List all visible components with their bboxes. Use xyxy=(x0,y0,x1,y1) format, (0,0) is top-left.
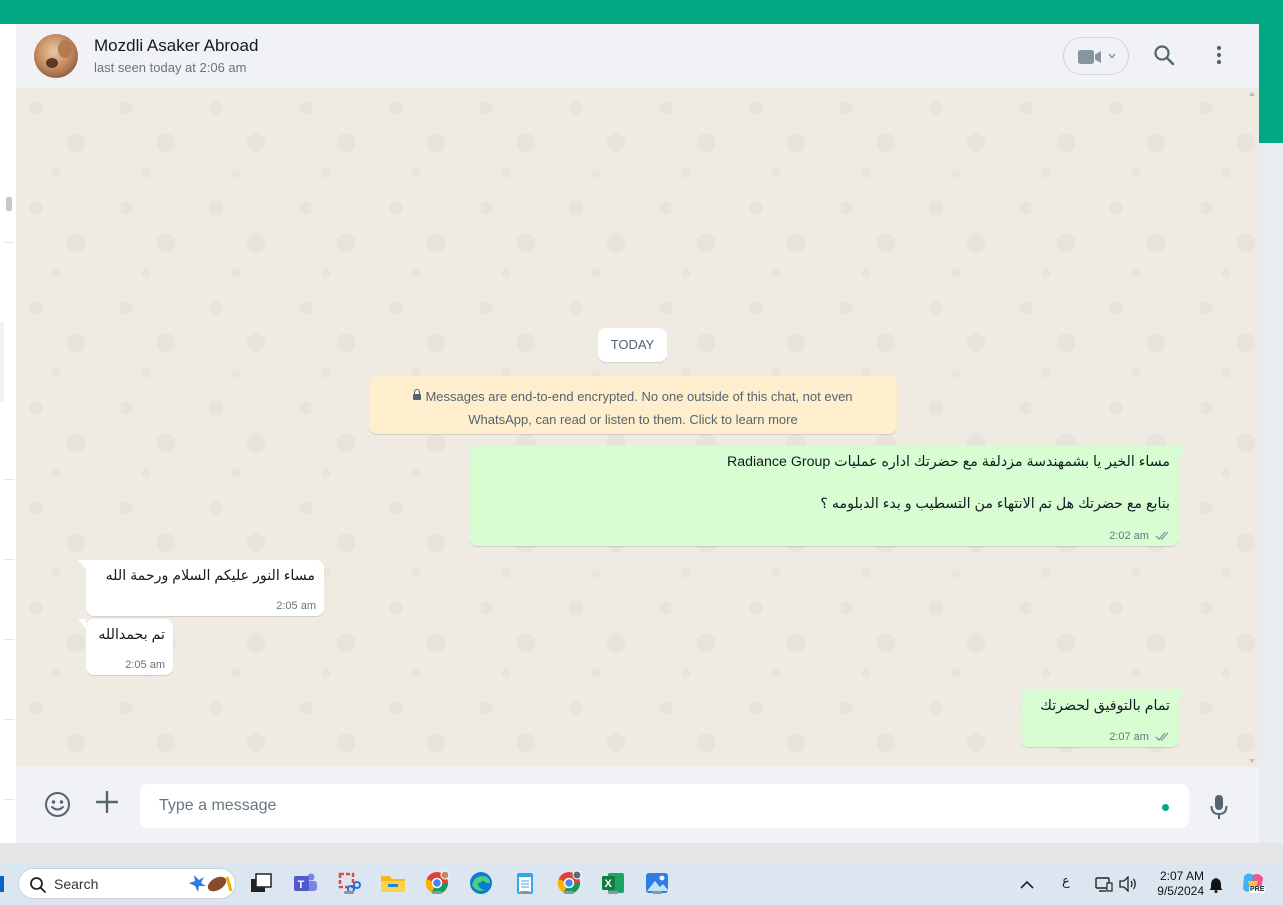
notification-bell-icon[interactable] xyxy=(1209,877,1223,893)
conversation-panel: Mozdli Asaker Abroad last seen today at … xyxy=(16,24,1259,843)
message-text: مساء النور عليكم السلام ورحمة الله xyxy=(105,568,315,584)
read-receipt-icon xyxy=(1155,531,1169,540)
message-time: 2:02 am xyxy=(1109,530,1149,542)
chat-list-divider xyxy=(4,242,14,243)
keyboard-language[interactable]: ع xyxy=(1062,873,1070,889)
app-running-indicator xyxy=(520,891,530,894)
chat-list-divider xyxy=(4,559,14,560)
excel-icon[interactable]: X xyxy=(600,870,626,896)
chat-list-divider xyxy=(4,719,14,720)
contact-last-seen: last seen today at 2:06 am xyxy=(94,60,247,75)
lock-icon xyxy=(413,389,422,400)
chat-list-edge xyxy=(0,24,17,843)
date-separator: TODAY xyxy=(598,328,667,362)
avatar-photo-detail xyxy=(46,58,58,68)
chrome-profile-2-icon[interactable] xyxy=(556,870,582,896)
message-text: تم بحمدالله xyxy=(98,627,165,643)
message-text: مساء الخير يا بشمهندسة مزدلفة مع حضرتك ا… xyxy=(726,454,1170,512)
taskbar-search-label: Search xyxy=(54,876,99,892)
message-bubble-incoming[interactable]: تم بحمدالله 2:05 am xyxy=(78,619,173,675)
encryption-notice-text: Messages are end-to-end encrypted. No on… xyxy=(425,389,853,427)
chat-list-selected-item[interactable] xyxy=(0,322,4,402)
emoji-icon[interactable] xyxy=(44,791,71,818)
edge-browser-icon[interactable] xyxy=(468,870,494,896)
message-meta: 2:02 am xyxy=(1109,530,1171,542)
app-running-indicator xyxy=(344,891,354,894)
top-accent-bar xyxy=(0,0,1283,24)
app-running-indicator xyxy=(652,891,662,894)
taskbar-clock[interactable]: 2:07 AM 9/5/2024 xyxy=(1148,869,1204,899)
copilot-icon[interactable]: PRE xyxy=(1240,870,1266,896)
chevron-up-icon[interactable] xyxy=(1020,880,1034,889)
message-bubble-incoming[interactable]: مساء النور عليكم السلام ورحمة الله 2:05 … xyxy=(78,560,324,616)
file-explorer-icon[interactable] xyxy=(380,870,406,896)
message-input[interactable] xyxy=(140,784,1189,828)
avatar-photo-detail xyxy=(58,40,72,58)
app-running-indicator xyxy=(608,891,618,894)
window-gap xyxy=(0,843,1283,862)
message-time: 2:05 am xyxy=(125,659,165,671)
attach-plus-icon[interactable] xyxy=(96,791,118,813)
video-call-button[interactable] xyxy=(1063,37,1129,75)
message-bubble-outgoing[interactable]: مساء الخير يا بشمهندسة مزدلفة مع حضرتك ا… xyxy=(469,446,1187,546)
search-icon xyxy=(30,877,46,893)
message-list-scrollbar[interactable] xyxy=(1249,92,1255,763)
app-running-indicator xyxy=(432,891,442,894)
microphone-icon[interactable] xyxy=(1209,794,1229,820)
message-time: 2:07 am xyxy=(1109,731,1149,743)
snipping-tool-icon[interactable] xyxy=(336,870,362,896)
network-icon[interactable] xyxy=(1095,876,1113,892)
chevron-down-icon xyxy=(1108,53,1116,59)
scroll-up-arrow-icon[interactable] xyxy=(1249,92,1255,96)
message-bubble-outgoing[interactable]: تمام بالتوفيق لحضرتك 2:07 am xyxy=(1021,689,1187,747)
right-edge-panel xyxy=(1259,143,1283,843)
chrome-profile-1-icon[interactable] xyxy=(424,870,450,896)
contact-name[interactable]: Mozdli Asaker Abroad xyxy=(94,36,258,56)
message-time: 2:05 am xyxy=(276,600,316,612)
preview-badge: PRE xyxy=(1249,886,1266,893)
chat-list-divider xyxy=(4,799,14,800)
photos-icon[interactable] xyxy=(644,870,670,896)
clock-date: 9/5/2024 xyxy=(1157,884,1204,898)
chat-list-divider xyxy=(4,479,14,480)
clock-time: 2:07 AM xyxy=(1159,869,1204,883)
conversation-header: Mozdli Asaker Abroad last seen today at … xyxy=(16,24,1259,88)
taskbar: Search T X ع 2:07 AM 9/5/2024 PRE xyxy=(0,862,1283,905)
read-receipt-icon xyxy=(1155,732,1169,741)
taskbar-search[interactable]: Search xyxy=(18,868,236,899)
notepad-icon[interactable] xyxy=(512,870,538,896)
scroll-down-arrow-icon[interactable] xyxy=(1249,759,1255,763)
svg-text:T: T xyxy=(298,879,305,891)
right-accent-strip xyxy=(1259,24,1283,143)
search-highlight-art-icon xyxy=(189,875,233,892)
volume-icon[interactable] xyxy=(1118,876,1138,892)
search-icon[interactable] xyxy=(1153,44,1175,66)
contact-avatar[interactable] xyxy=(34,34,78,78)
input-status-dot xyxy=(1162,804,1169,811)
message-composer xyxy=(16,767,1259,843)
app-running-indicator xyxy=(564,891,574,894)
chat-list-divider xyxy=(4,639,14,640)
message-text: تمام بالتوفيق لحضرتك xyxy=(1040,698,1170,714)
chat-list-scrollbar[interactable] xyxy=(6,197,12,211)
teams-icon[interactable]: T xyxy=(292,870,318,896)
message-meta: 2:07 am xyxy=(1109,731,1171,743)
task-view-icon[interactable] xyxy=(248,870,274,896)
message-list[interactable]: TODAY Messages are end-to-end encrypted.… xyxy=(16,88,1259,767)
svg-text:X: X xyxy=(605,878,613,890)
menu-dots-icon[interactable] xyxy=(1209,44,1229,66)
video-camera-icon xyxy=(1078,50,1101,64)
start-button[interactable] xyxy=(0,876,4,892)
encryption-notice[interactable]: Messages are end-to-end encrypted. No on… xyxy=(369,376,897,434)
